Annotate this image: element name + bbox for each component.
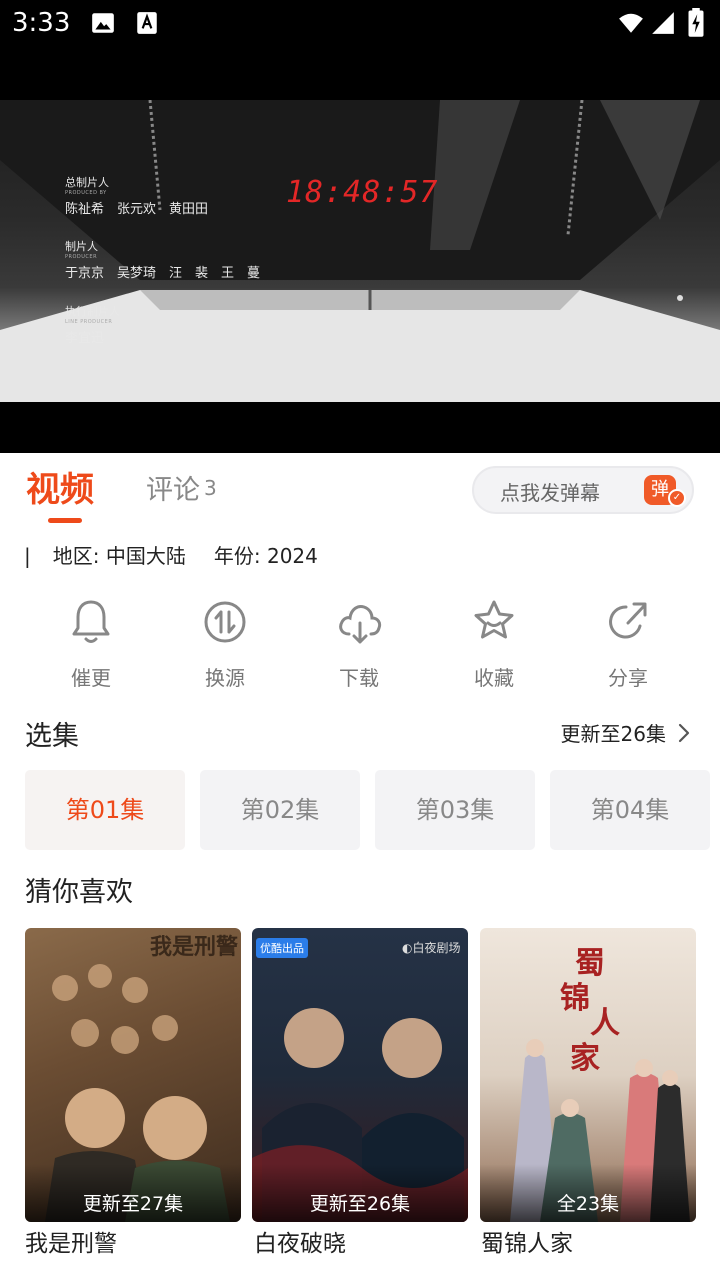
text-a-icon	[137, 12, 157, 34]
tab-video[interactable]: 视频	[26, 462, 94, 511]
recommend-title: 猜你喜欢	[25, 877, 133, 908]
tab-active-indicator	[48, 518, 82, 523]
star-icon	[474, 600, 514, 639]
recommend-poster[interactable]: 蜀 锦 人 家 全23集	[480, 928, 696, 1222]
credit-block: 总制片人 PRODUCED BY 陈祉希 张元欢 黄田田	[65, 174, 208, 217]
battery-charging-icon	[688, 8, 704, 37]
credit-subtitle: PRODUCED BY	[65, 190, 107, 196]
remind-update-button[interactable]: 催更	[46, 596, 136, 691]
credit-title: 执行制片人	[65, 305, 120, 318]
episode-item-04[interactable]: 第04集	[550, 770, 710, 850]
poster-status: 全23集	[556, 1193, 620, 1215]
tab-comments-label: 评论	[146, 475, 200, 506]
status-bar: 3:33	[0, 0, 720, 50]
year-value: 2024	[266, 544, 318, 568]
wifi-icon	[619, 13, 643, 33]
svg-text:锦: 锦	[560, 981, 590, 1016]
credit-names: 于京京 吴梦琦 汪 裴 王 蔓	[65, 266, 261, 281]
episodes-more-label: 更新至26集	[560, 722, 666, 746]
send-danmu-label: 点我发弹幕	[500, 481, 600, 505]
year-label: 年份:	[213, 544, 261, 568]
credit-block: 执行制片人 LINE PRODUCER 李宜迅	[65, 303, 120, 346]
svg-text:人: 人	[590, 1006, 620, 1041]
poster-title[interactable]: 蜀锦人家	[481, 1224, 573, 1258]
status-time: 3:33	[12, 8, 71, 38]
action-label: 下载	[339, 666, 379, 690]
tab-comments[interactable]: 评论 3	[146, 468, 217, 507]
share-button[interactable]: 分享	[583, 596, 673, 691]
action-label: 换源	[205, 666, 245, 690]
poster-title[interactable]: 我是刑警	[25, 1224, 117, 1258]
signal-icon	[652, 12, 674, 34]
switch-source-button[interactable]: 换源	[180, 596, 270, 691]
svg-text:家: 家	[570, 1041, 600, 1076]
action-label: 催更	[71, 666, 111, 690]
credit-names: 陈祉希 张元欢 黄田田	[65, 202, 209, 217]
region-value: 中国大陆	[105, 544, 186, 568]
bell-icon	[72, 600, 110, 643]
comments-count: 3	[204, 476, 217, 500]
recommend-poster[interactable]: 我是刑警 更新至27集	[25, 928, 241, 1222]
share-icon	[609, 602, 647, 639]
check-icon: ✓	[668, 489, 686, 507]
info-separator: |	[24, 544, 31, 568]
chevron-right-icon	[678, 723, 690, 742]
credit-subtitle: PRODUCER	[65, 254, 98, 260]
action-label: 分享	[608, 666, 648, 690]
poster-status: 更新至27集	[82, 1193, 184, 1215]
episode-item-01[interactable]: 第01集	[25, 770, 185, 850]
recommend-poster[interactable]: ◐白夜剧场 优酷出品 更新至26集	[252, 928, 468, 1222]
svg-text:蜀: 蜀	[575, 946, 605, 981]
credit-title: 制片人	[65, 240, 98, 253]
favorite-button[interactable]: 收藏	[449, 596, 539, 691]
episodes-title: 选集	[25, 721, 79, 752]
clock-display: 18:48:57	[286, 175, 439, 210]
swap-source-icon	[204, 601, 246, 643]
image-icon	[92, 13, 114, 33]
action-label: 收藏	[474, 666, 514, 690]
svg-text:我是刑警: 我是刑警	[150, 934, 238, 960]
video-frame: 18:48:57 总制片人 PRODUCED BY 陈祉希 张元欢 黄田田 制片…	[0, 100, 720, 402]
region-label: 地区:	[52, 544, 100, 568]
episode-item-02[interactable]: 第02集	[200, 770, 360, 850]
credit-block: 制片人 PRODUCER 于京京 吴梦琦 汪 裴 王 蔓	[65, 238, 260, 281]
credit-title: 总制片人	[65, 176, 109, 189]
credit-subtitle: LINE PRODUCER	[65, 319, 113, 325]
download-button[interactable]: 下载	[314, 596, 404, 691]
credit-names: 李宜迅	[65, 331, 105, 346]
info-line: | 地区: 中国大陆 年份: 2024	[24, 540, 318, 569]
episode-item-03[interactable]: 第03集	[375, 770, 535, 850]
cloud-download-icon	[339, 605, 382, 644]
send-danmu-button[interactable]: 点我发弹幕 弹 ✓	[472, 466, 694, 514]
poster-tag: 优酷出品	[256, 938, 308, 958]
video-player[interactable]: 18:48:57 总制片人 PRODUCED BY 陈祉希 张元欢 黄田田 制片…	[0, 50, 720, 453]
poster-status: 更新至26集	[309, 1193, 411, 1215]
poster-title[interactable]: 白夜破晓	[254, 1224, 346, 1258]
svg-text:◐白夜剧场: ◐白夜剧场	[402, 940, 460, 955]
episodes-more-link[interactable]: 更新至26集	[561, 718, 694, 747]
